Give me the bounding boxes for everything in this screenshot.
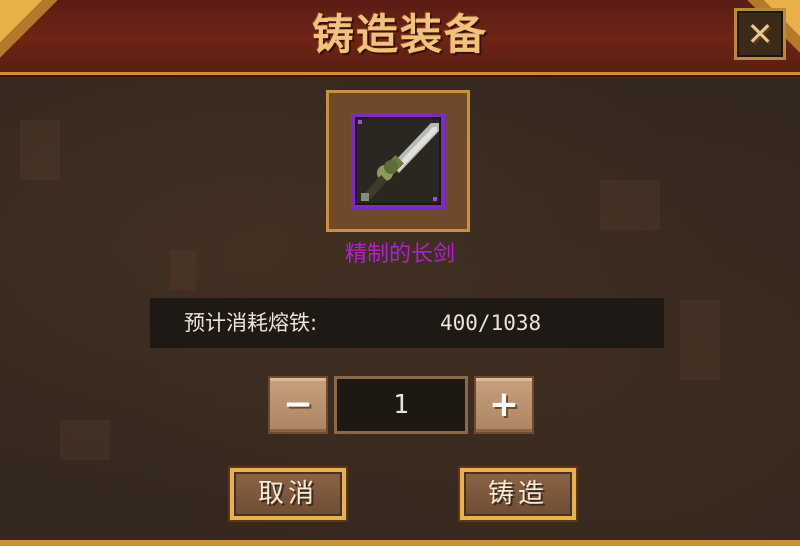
forge-button[interactable]: 铸造	[460, 468, 576, 520]
dialog-title: 铸造装备	[311, 10, 488, 59]
cancel-button[interactable]: 取消	[230, 468, 346, 520]
increase-quantity-button[interactable]: +	[474, 376, 534, 434]
decrease-quantity-button[interactable]: −	[268, 376, 328, 434]
quantity-field[interactable]: 1	[334, 376, 468, 434]
close-button[interactable]: ✕	[734, 8, 786, 60]
close-x-icon: ✕	[746, 15, 774, 53]
background-texture	[20, 120, 60, 180]
plus-icon: +	[488, 384, 520, 425]
minus-icon: −	[282, 384, 314, 425]
background-texture	[60, 420, 110, 460]
background-texture	[680, 300, 720, 380]
dialog-header: 铸造装备 ✕	[0, 0, 800, 75]
cost-label: 预计消耗熔铁:	[184, 311, 318, 335]
forge-equipment-dialog: 铸造装备 ✕ 精制的长剑 预计消耗熔铁: 400/1038 − 1 + 取消 铸…	[0, 0, 800, 546]
item-name: 精制的长剑	[344, 242, 455, 267]
bottom-trim	[0, 540, 800, 546]
item-slot	[351, 113, 445, 209]
background-texture	[600, 180, 660, 230]
long-sword-icon	[358, 120, 439, 201]
cost-bar: 预计消耗熔铁: 400/1038	[150, 298, 664, 348]
cost-value: 400/1038	[440, 311, 542, 335]
item-preview-frame[interactable]	[326, 90, 470, 232]
